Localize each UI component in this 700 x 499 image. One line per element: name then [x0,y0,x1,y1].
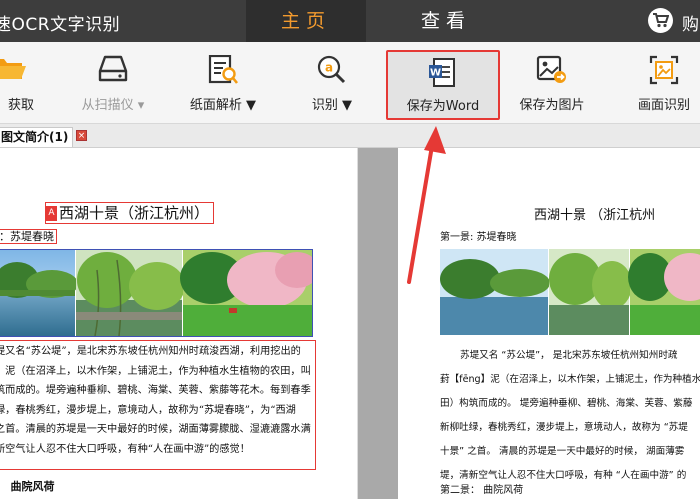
detected-subtitle-region[interactable]: ：苏堤春晓 [0,229,57,244]
document-tab-strip: 图文简介(1) × [0,124,700,148]
document-tab[interactable]: 图文简介(1) [0,127,74,147]
result-landscape-photos [440,249,700,335]
cart-icon [648,8,673,33]
screen-recognize-label: 画面识别 [637,98,690,113]
detected-title-region[interactable]: A 西湖十景（浙江杭州） [45,202,215,224]
left-next-heading: ： 曲院风荷 [0,478,55,494]
cart-label: 购 [682,15,699,35]
left-next-heading-num: ： [0,480,7,493]
left-paragraph-line: 之首。清晨的苏堤是一天中最好的时候，湖面薄雾朦胧、湿漉漉露水满 [0,424,311,436]
result-paragraph-line: 苏堤又名 “苏公堤”， 是北宋苏东坡任杭州知州时疏 [460,350,678,361]
left-paragraph-line: 新空气让人忍不住大口呼吸，有种“人在画中游”的感觉！ [0,443,250,455]
result-paragraph-line: 新柳吐绿，春桃秀红，漫步堤上，意境动人，故称为 “苏堤 [440,422,688,433]
left-paragraph-line: 筑而成的。堤旁遍种垂柳、碧桃、海棠、芙蓉、紫藤等花木。每到春季， [0,385,311,397]
folder-icon [0,55,26,85]
page-analysis-label: 纸面解析 ▼ [189,98,257,113]
page-analyze-icon [207,54,239,89]
close-tab-icon[interactable]: × [76,130,87,141]
result-paragraph[interactable]: 苏堤又名 “苏公堤”， 是北宋苏东坡任杭州知州时疏 葑【fēng】泥（在沼泽上，… [440,344,700,488]
save-image-icon [536,55,568,89]
original-image-pane: A 西湖十景（浙江杭州） ：苏堤春晓 堤又名“苏公堤”，是北宋苏东坡任杭州知州时… [0,148,358,499]
screen-capture-icon [649,55,679,89]
result-image [440,249,700,335]
word-document-icon: W [428,58,458,92]
recognition-result-pane: 西湖十景 （浙江杭州 第一景: 苏堤春晓 苏堤又名 “苏公堤”， 是北宋苏东坡任… [398,148,700,499]
scanner-icon [98,55,128,87]
app-title: 速OCR文字识别 [0,15,121,35]
ocr-recognize-icon: a [317,55,347,89]
left-next-heading-text: 曲院风荷 [10,480,55,493]
acquire-label: 获取 [7,98,34,113]
cart-button[interactable]: 购 [648,8,700,35]
from-scanner-button[interactable]: 从扫描仪 ▾ [68,42,158,124]
detected-title-text: 西湖十景（浙江杭州） [59,204,210,222]
page-analysis-button[interactable]: 纸面解析 ▼ [180,42,266,124]
screen-recognize-button[interactable]: 画面识别 [626,42,700,124]
save-as-word-button[interactable]: W 保存为Word [386,50,500,120]
from-scanner-label: 从扫描仪 ▾ [81,98,145,113]
region-type-badge: A [46,206,57,221]
pane-divider[interactable] [358,148,398,499]
save-as-word-label: 保存为Word [406,99,480,114]
left-paragraph-line: 绿，春桃秀红，漫步堤上，意境动人，故称为“苏堤春晓”，为“西湖 [0,404,296,416]
ribbon-toolbar: 获取 从扫描仪 ▾ 纸面解析 ▼ a 识别 ▼ W 保存为Word 保存为图片 [0,42,700,124]
result-title: 西湖十景 （浙江杭州 [534,208,656,223]
detected-image-region[interactable] [0,249,319,337]
tab-home[interactable]: 主页 [246,0,366,42]
save-as-image-button[interactable]: 保存为图片 [506,42,598,124]
svg-text:W: W [430,68,441,79]
acquire-button[interactable]: 获取 [0,42,38,124]
landscape-photos [0,250,319,337]
recognize-label: 识别 ▼ [311,98,353,113]
left-paragraph-line: 】泥（在沼泽上，以木作架，上铺泥土，作为种植水生植物的农田，叫葑 [0,365,311,377]
result-subtitle: 第一景: 苏堤春晓 [440,232,517,243]
result-paragraph-line: 葑【fēng】泥（在沼泽上，以木作架，上铺泥土，作为种植水生 [440,374,700,385]
detected-text-region[interactable]: 堤又名“苏公堤”，是北宋苏东坡任杭州知州时疏浚西湖，利用挖出的 】泥（在沼泽上，… [0,340,316,470]
left-paragraph-line: 堤又名“苏公堤”，是北宋苏东坡任杭州知州时疏浚西湖，利用挖出的 [0,346,301,357]
save-as-image-label: 保存为图片 [519,98,585,113]
result-next-heading: 第二景： 曲院风荷 [440,485,524,496]
result-paragraph-line: 田）构筑而成的。 堤旁遍种垂柳、碧桃、海棠、芙蓉、紫藤 [440,398,693,409]
tab-view[interactable]: 查看 [386,0,506,42]
svg-text:a: a [325,61,333,75]
recognize-button[interactable]: a 识别 ▼ [300,42,364,124]
title-bar: 速OCR文字识别 主页 查看 购 [0,0,700,42]
result-paragraph-line: 十景” 之首。 清晨的苏堤是一天中最好的时候， 湖面薄雾 [440,446,685,457]
